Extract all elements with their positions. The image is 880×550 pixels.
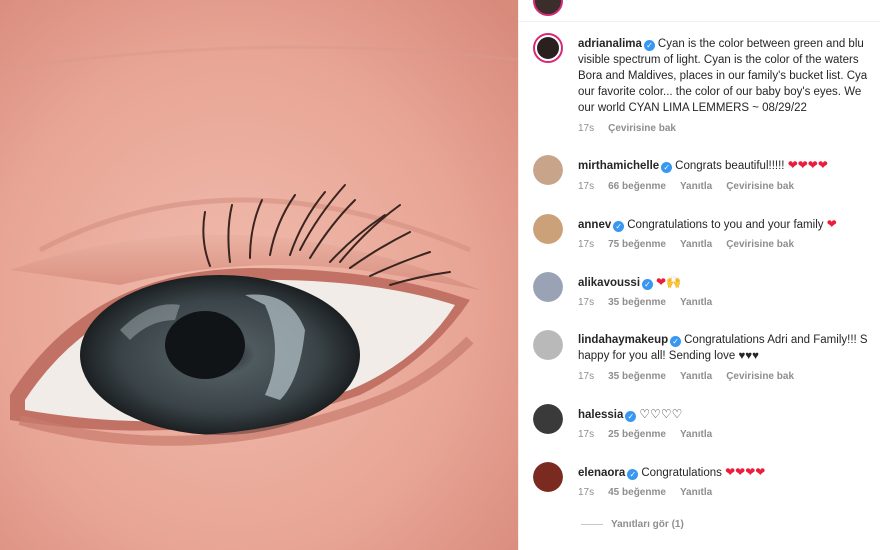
comment-time: 17s	[578, 487, 595, 498]
comment-meta: 17s 75 beğenme Yanıtla Çevirisine bak	[578, 239, 808, 250]
verified-badge-icon: ✓	[625, 411, 637, 422]
verified-badge-icon: ✓	[670, 336, 682, 347]
comment-text-line-2: happy for you all! Sending love ♥♥♥	[578, 350, 759, 362]
post-author-avatar[interactable]	[533, 0, 563, 16]
heart-emoji-icon: ❤❤❤❤	[787, 158, 828, 172]
commenter-avatar[interactable]	[533, 272, 563, 302]
commenter-avatar[interactable]	[533, 330, 563, 360]
comment-likes[interactable]: 35 beğenme	[608, 371, 666, 382]
comment-time: 17s	[578, 239, 595, 250]
heart-emoji-icon: ❤❤❤❤	[725, 465, 766, 479]
reply-button[interactable]: Yanıtla	[680, 371, 712, 382]
comment-text: Congrats beautiful!!!!!	[675, 160, 785, 172]
comments-panel: adrianalima ✓ Cyan is the color between gr…	[518, 0, 880, 550]
comment-username[interactable]: elenaora	[578, 467, 625, 479]
comment-meta: 17s 66 beğenme Yanıtla Çevirisine bak	[578, 181, 808, 192]
reply-button[interactable]: Yanıtla	[680, 487, 712, 498]
commenter-avatar[interactable]	[533, 404, 563, 434]
heart-raised-hands-emoji-icon: ❤🙌	[656, 275, 682, 289]
caption-line-2: visible spectrum of light. Cyan is the c…	[578, 54, 859, 66]
comment-likes[interactable]: 25 beğenme	[608, 429, 666, 440]
view-replies-button[interactable]: Yanıtları gör (1)	[581, 519, 684, 530]
comment-text: Congratulations to you and your family	[627, 219, 824, 231]
caption-line-4: our favorite color... the color of our b…	[578, 86, 862, 98]
post-header	[519, 0, 880, 22]
comment-username[interactable]: halessia	[578, 409, 623, 421]
reply-button[interactable]: Yanıtla	[680, 181, 712, 192]
reply-button[interactable]: Yanıtla	[680, 239, 712, 250]
commenter-avatar[interactable]	[533, 214, 563, 244]
comment-time: 17s	[578, 429, 595, 440]
commenter-avatar[interactable]	[533, 155, 563, 185]
caption-line-3: Bora and Maldives, places in our family'…	[578, 70, 868, 82]
comment-meta: 17s 35 beğenme Yanıtla	[578, 297, 726, 308]
reply-button[interactable]: Yanıtla	[680, 297, 712, 308]
divider	[581, 523, 603, 525]
comment-text: Congratulations Adri and Family!!! S	[684, 334, 868, 346]
comment-time: 17s	[578, 297, 595, 308]
comment-username[interactable]: alikavoussi	[578, 277, 640, 289]
verified-badge-icon: ✓	[642, 279, 654, 290]
comment-username[interactable]: annev	[578, 219, 611, 231]
comment-likes[interactable]: 45 beğenme	[608, 487, 666, 498]
caption-line-1: adrianalima ✓ Cyan is the color between gr…	[578, 38, 864, 51]
caption-username[interactable]: adrianalima	[578, 38, 642, 50]
comment-text: Congratulations	[641, 467, 722, 479]
comment-likes[interactable]: 35 beğenme	[608, 297, 666, 308]
comment-username[interactable]: lindahaymakeup	[578, 334, 668, 346]
translate-link[interactable]: Çevirisine bak	[608, 123, 676, 134]
caption-time: 17s	[578, 123, 595, 134]
verified-badge-icon: ✓	[613, 221, 625, 232]
commenter-avatar[interactable]	[533, 462, 563, 492]
reply-button[interactable]: Yanıtla	[680, 429, 712, 440]
comment-time: 17s	[578, 371, 595, 382]
comment-meta: 17s 25 beğenme Yanıtla	[578, 429, 726, 440]
comment-meta: 17s 45 beğenme Yanıtla	[578, 487, 726, 498]
translate-link[interactable]: Çevirisine bak	[726, 239, 794, 250]
comment-username[interactable]: mirthamichelle	[578, 160, 659, 172]
author-avatar[interactable]	[533, 33, 563, 63]
comment-meta: 17s 35 beğenme Yanıtla Çevirisine bak	[578, 371, 808, 382]
caption-line-5: our world CYAN LIMA LEMMERS ~ 08/29/22	[578, 102, 807, 114]
translate-link[interactable]: Çevirisine bak	[726, 181, 794, 192]
verified-badge-icon: ✓	[643, 40, 655, 51]
white-heart-emoji-icon: ♡♡♡♡	[639, 407, 683, 421]
heart-emoji-icon: ❤	[826, 217, 837, 231]
comment-time: 17s	[578, 181, 595, 192]
post-photo	[0, 0, 518, 550]
translate-link[interactable]: Çevirisine bak	[726, 371, 794, 382]
comment-likes[interactable]: 66 beğenme	[608, 181, 666, 192]
comment-likes[interactable]: 75 beğenme	[608, 239, 666, 250]
baby-eye-image	[0, 0, 518, 550]
verified-badge-icon: ✓	[627, 469, 639, 480]
verified-badge-icon: ✓	[661, 162, 673, 173]
caption-meta: 17s Çevirisine bak	[578, 123, 690, 134]
